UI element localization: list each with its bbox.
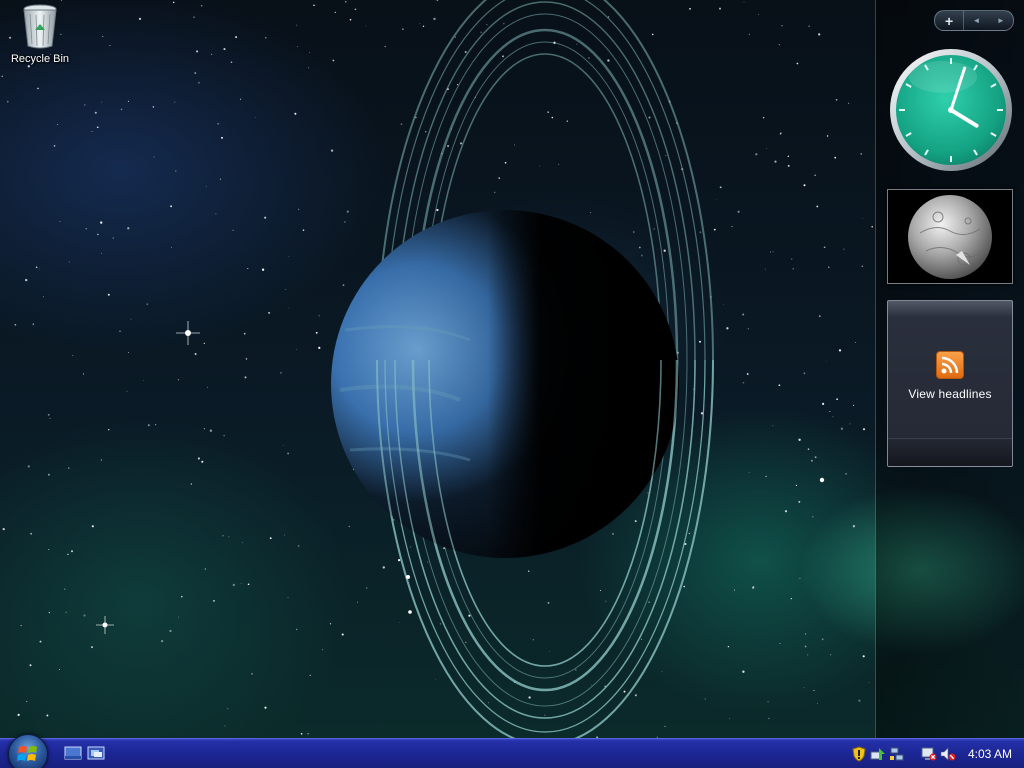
rss-icon [936,351,964,379]
next-page-button[interactable]: ► [989,11,1013,30]
security-shield-icon[interactable] [851,746,867,762]
recycle-bin-label: Recycle Bin [10,53,70,65]
network-icon[interactable] [870,746,886,762]
wallpaper-planet [96,0,825,738]
start-button[interactable] [8,734,48,768]
view-headlines-link[interactable]: View headlines [908,387,991,401]
moon-image [908,194,992,279]
recycle-bin-icon [23,4,57,49]
clock-gadget[interactable] [888,47,1014,173]
desktop-icon-recycle-bin[interactable]: Recycle Bin [4,2,76,72]
feed-headlines-gadget[interactable]: View headlines [887,300,1013,467]
sidebar: + ◄ ► View headlines [875,0,1024,738]
windows-logo-icon [17,746,37,761]
taskbar-clock[interactable]: 4:03 AM [968,747,1012,761]
sidebar-controls: + ◄ ► [934,10,1014,31]
volume-muted-icon[interactable] [940,746,956,762]
taskbar: 4:03 AM [0,734,1024,768]
slideshow-gadget[interactable] [887,189,1013,284]
show-desktop-icon[interactable] [64,745,82,761]
switch-windows-icon[interactable] [87,745,105,761]
desktop[interactable]: Recycle Bin + ◄ ► View headlines [0,0,1024,738]
notification-area: 4:03 AM [848,739,1024,768]
add-gadget-button[interactable]: + [935,11,965,30]
display-icon[interactable] [921,746,937,762]
network-status-icon[interactable] [889,746,905,762]
previous-page-button[interactable]: ◄ [964,11,988,30]
